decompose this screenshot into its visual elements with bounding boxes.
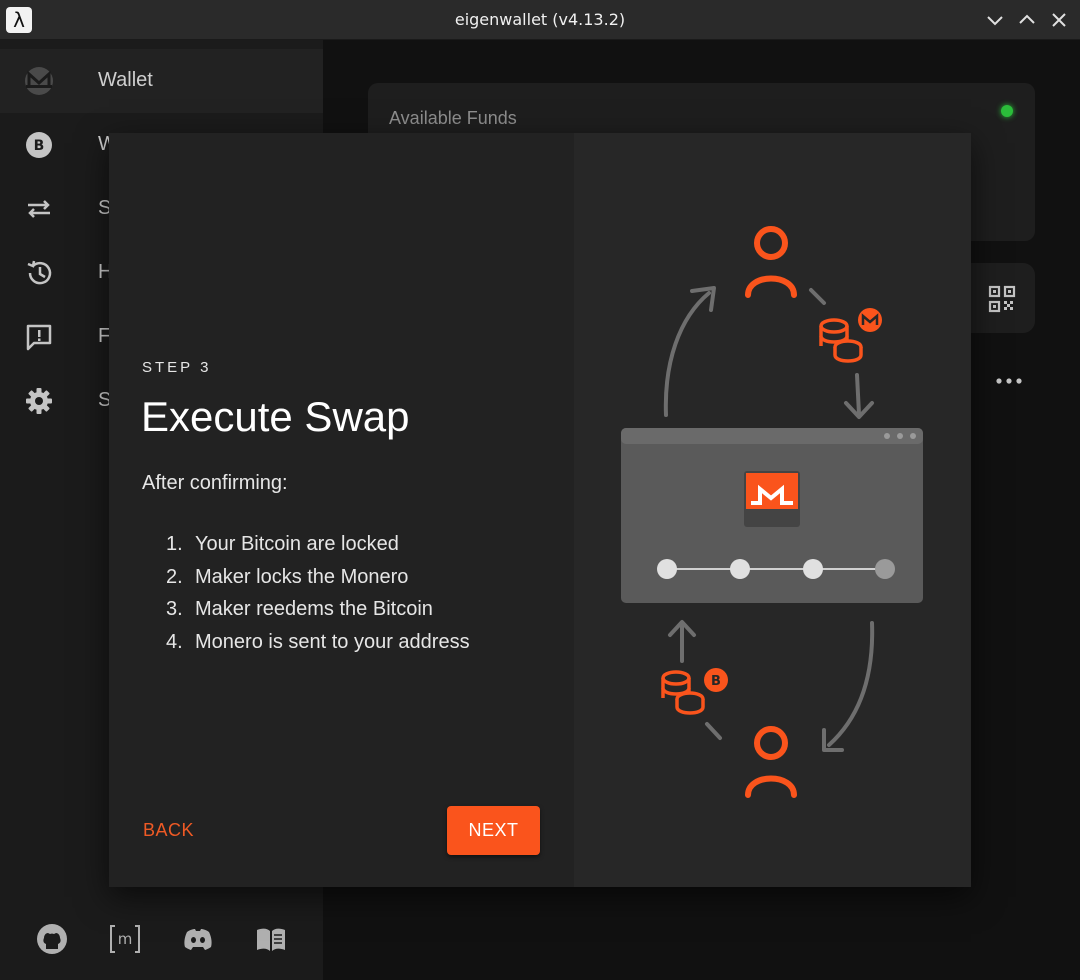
github-icon[interactable]	[35, 922, 69, 956]
discord-icon[interactable]	[181, 922, 215, 956]
step-number: 2.	[166, 565, 183, 588]
sidebar-item-label: Wallet	[98, 69, 153, 91]
available-funds-label: Available Funds	[389, 108, 517, 128]
minimize-icon[interactable]	[985, 10, 1005, 30]
step-text: Maker locks the Monero	[195, 565, 409, 588]
step-label: STEP 3	[142, 359, 212, 376]
list-item: 1. Your Bitcoin are locked	[166, 528, 470, 561]
step-text: Monero is sent to your address	[195, 630, 470, 653]
sidebar-item-wallet[interactable]: Wallet	[0, 49, 323, 113]
more-options-icon[interactable]	[995, 376, 1023, 386]
back-button[interactable]: BACK	[143, 808, 223, 852]
book-icon[interactable]	[254, 922, 288, 956]
monero-icon	[25, 67, 53, 95]
monero-coins-icon	[819, 308, 882, 363]
steps-list: 1. Your Bitcoin are locked 2. Maker locks …	[166, 528, 470, 658]
arrow-up-left	[663, 291, 711, 417]
bitcoin-coins-icon: B	[661, 668, 728, 715]
next-button[interactable]: NEXT	[447, 806, 540, 855]
swap-arrows-icon	[28, 200, 50, 218]
step-number: 3.	[166, 598, 183, 620]
svg-text:B: B	[711, 674, 721, 689]
step-number: 1.	[166, 533, 183, 555]
step-text: Your Bitcoin are locked	[195, 533, 399, 555]
qr-code-icon[interactable]	[988, 285, 1016, 313]
status-indicator	[1001, 105, 1013, 117]
intro-text: After confirming:	[142, 472, 288, 494]
svg-text:m: m	[118, 930, 133, 948]
dialog-title: Execute Swap	[141, 393, 410, 440]
maximize-icon[interactable]	[1017, 10, 1037, 30]
list-item: 2. Maker locks the Monero	[166, 561, 470, 594]
close-icon[interactable]	[1049, 10, 1069, 30]
list-item: 3. Maker reedems the Bitcoin	[166, 593, 470, 626]
swap-illustration: B	[621, 226, 923, 798]
maker-user-icon	[745, 226, 797, 298]
swap-window-graphic	[621, 428, 923, 603]
window-title: eigenwallet (v4.13.2)	[454, 10, 626, 29]
step-text: Maker reedems the Bitcoin	[195, 598, 433, 620]
feedback-icon	[26, 324, 52, 351]
matrix-icon[interactable]: m	[108, 922, 142, 956]
taker-user-icon	[745, 726, 797, 798]
list-item: 4. Monero is sent to your address	[166, 626, 470, 659]
bitcoin-icon: B	[26, 132, 52, 158]
history-icon	[27, 260, 52, 285]
svg-text:B: B	[34, 138, 45, 154]
title-bar: λ eigenwallet (v4.13.2)	[0, 0, 1080, 40]
gear-icon	[26, 388, 52, 414]
step-number: 4.	[166, 630, 183, 653]
swap-tutorial-dialog: STEP 3 Execute Swap After confirming: 1.…	[109, 133, 971, 887]
